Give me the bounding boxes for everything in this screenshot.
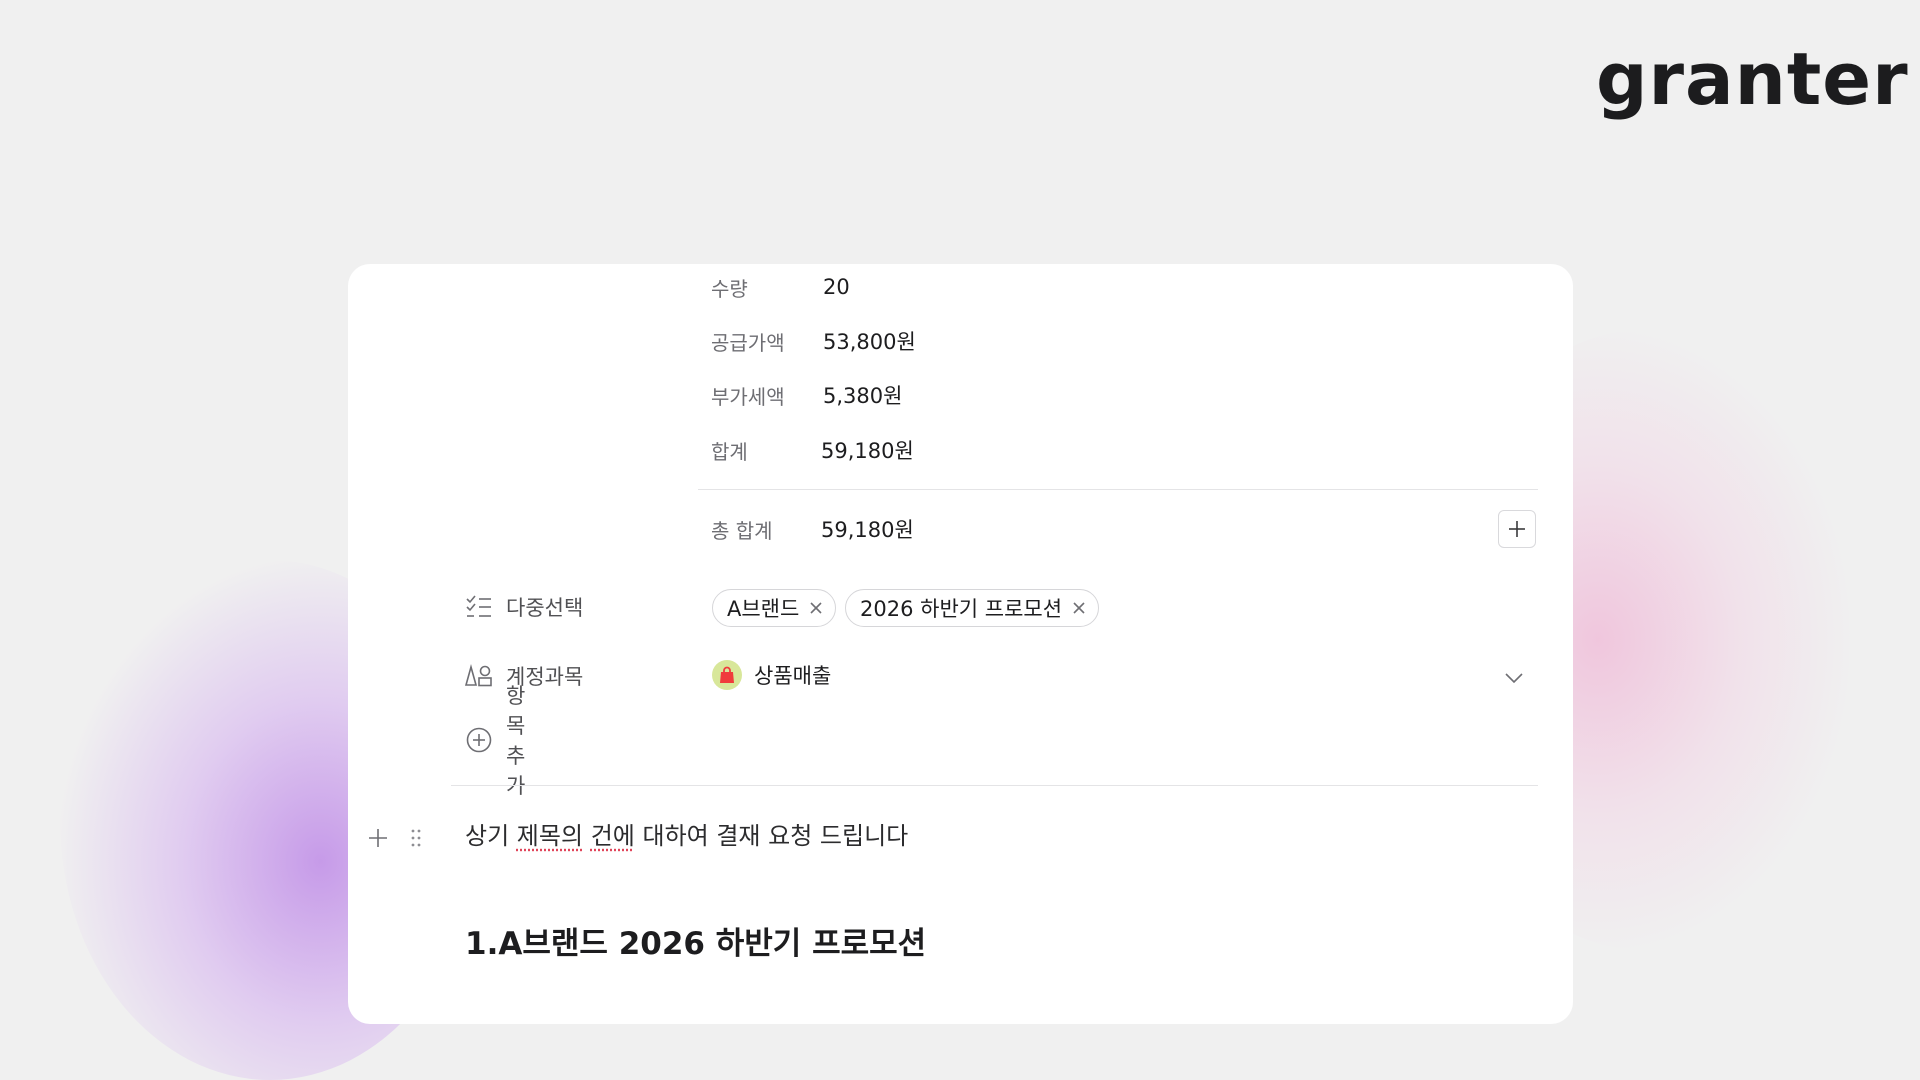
tag-label: A브랜드 (727, 593, 799, 623)
add-block-icon[interactable] (368, 828, 388, 848)
total-value: 59,180원 (821, 514, 914, 544)
document-card: 수량 20 공급가액 53,800원 부가세액 5,380원 합계 59,180… (348, 264, 1573, 1024)
checklist-icon (465, 593, 493, 621)
shopping-bag-icon (712, 660, 742, 690)
properties-divider (451, 785, 1538, 786)
summary-row-quantity: 수량 20 (348, 268, 1573, 306)
granter-logo: granter (1596, 36, 1909, 122)
paragraph-block[interactable]: 상기 제목의 건에 대하여 결재 요청 드립니다 (465, 816, 908, 851)
summary-value: 59,180원 (821, 435, 914, 465)
plus-icon (1507, 519, 1527, 539)
misspelled-word: 건에 (591, 822, 635, 850)
shapes-icon (465, 662, 493, 690)
tag-chip[interactable]: A브랜드 (712, 589, 836, 627)
total-label: 총 합계 (711, 515, 773, 544)
chevron-down-icon[interactable] (1504, 668, 1524, 688)
add-row-button[interactable] (1498, 510, 1536, 548)
close-icon[interactable] (1072, 601, 1086, 615)
summary-divider (698, 489, 1538, 490)
text-run: 상기 (465, 822, 517, 850)
summary-value: 53,800원 (823, 326, 916, 356)
summary-label: 합계 (711, 436, 748, 465)
summary-row-total: 총 합계 59,180원 (348, 510, 1573, 548)
add-item-label: 항목 추가 (506, 680, 525, 800)
summary-value: 5,380원 (823, 380, 902, 410)
tag-chip[interactable]: 2026 하반기 프로모션 (845, 589, 1099, 627)
misspelled-word: 제목의 (517, 822, 583, 850)
summary-row-supply-amount: 공급가액 53,800원 (348, 322, 1573, 360)
close-icon[interactable] (809, 601, 823, 615)
plus-circle-icon (465, 726, 493, 754)
section-heading[interactable]: 1.A브랜드 2026 하반기 프로모션 (465, 918, 926, 963)
property-account: 계정과목 (348, 657, 1573, 695)
summary-label: 공급가액 (711, 327, 785, 356)
summary-row-subtotal: 합계 59,180원 (348, 431, 1573, 469)
summary-row-vat: 부가세액 5,380원 (348, 376, 1573, 414)
account-name: 상품매출 (754, 660, 831, 690)
text-run: 대하여 결재 요청 드립니다 (635, 822, 908, 850)
account-value[interactable]: 상품매출 (712, 660, 831, 690)
text-run (583, 822, 591, 850)
summary-label: 수량 (711, 273, 748, 302)
summary-value: 20 (823, 275, 850, 299)
tag-label: 2026 하반기 프로모션 (860, 593, 1062, 623)
drag-handle-icon[interactable] (410, 828, 422, 848)
property-label: 다중선택 (506, 592, 583, 622)
summary-label: 부가세액 (711, 381, 785, 410)
